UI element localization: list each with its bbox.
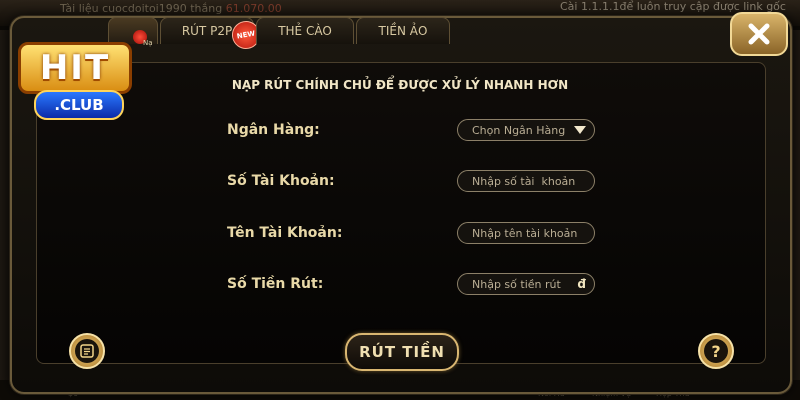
account-name-field[interactable] (457, 222, 595, 244)
amount-input[interactable] (472, 277, 570, 291)
history-button[interactable] (69, 333, 105, 369)
tab-virtual-currency-label: TIỀN ẢO (378, 24, 428, 38)
account-name-input[interactable] (472, 226, 594, 240)
amount-label: Số Tiền Rút: (227, 276, 324, 292)
account-number-label: Số Tài Khoản: (227, 173, 335, 189)
close-icon (748, 23, 770, 45)
account-name-label: Tên Tài Khoản: (227, 225, 343, 241)
close-button[interactable] (730, 12, 788, 56)
withdraw-submit-button[interactable]: RÚT TIỀN (345, 333, 459, 371)
tab-card[interactable]: THẺ CÀO (256, 17, 354, 44)
amount-field[interactable]: đ (457, 273, 595, 295)
caret-down-icon (574, 126, 586, 134)
tab-withdraw-p2p-label: RÚT P2P (181, 24, 233, 38)
help-button[interactable]: ? (698, 333, 734, 369)
tab-deposit-label: Nạ (143, 39, 153, 47)
account-number-input[interactable] (472, 174, 594, 188)
history-list-icon (80, 344, 94, 358)
logo-club-text: .CLUB (34, 90, 124, 120)
background-winner-ticker: Tài liệu cuocdoitoi1990 thắng 61.070.00 (60, 2, 282, 15)
account-number-field[interactable] (457, 170, 595, 192)
bank-select-value: Chọn Ngân Hàng (472, 123, 566, 137)
bank-label: Ngân Hàng: (227, 122, 320, 138)
tab-card-label: THẺ CÀO (278, 24, 332, 38)
page-title: NẠP RÚT CHÍNH CHỦ ĐỂ ĐƯỢC XỬ LÝ NHANH HƠ… (231, 78, 569, 92)
currency-symbol: đ (577, 277, 586, 291)
bank-select[interactable]: Chọn Ngân Hàng (457, 119, 595, 141)
help-question-icon: ? (704, 339, 728, 363)
tab-virtual-currency[interactable]: TIỀN ẢO (356, 17, 450, 44)
withdraw-form-panel (36, 62, 766, 364)
